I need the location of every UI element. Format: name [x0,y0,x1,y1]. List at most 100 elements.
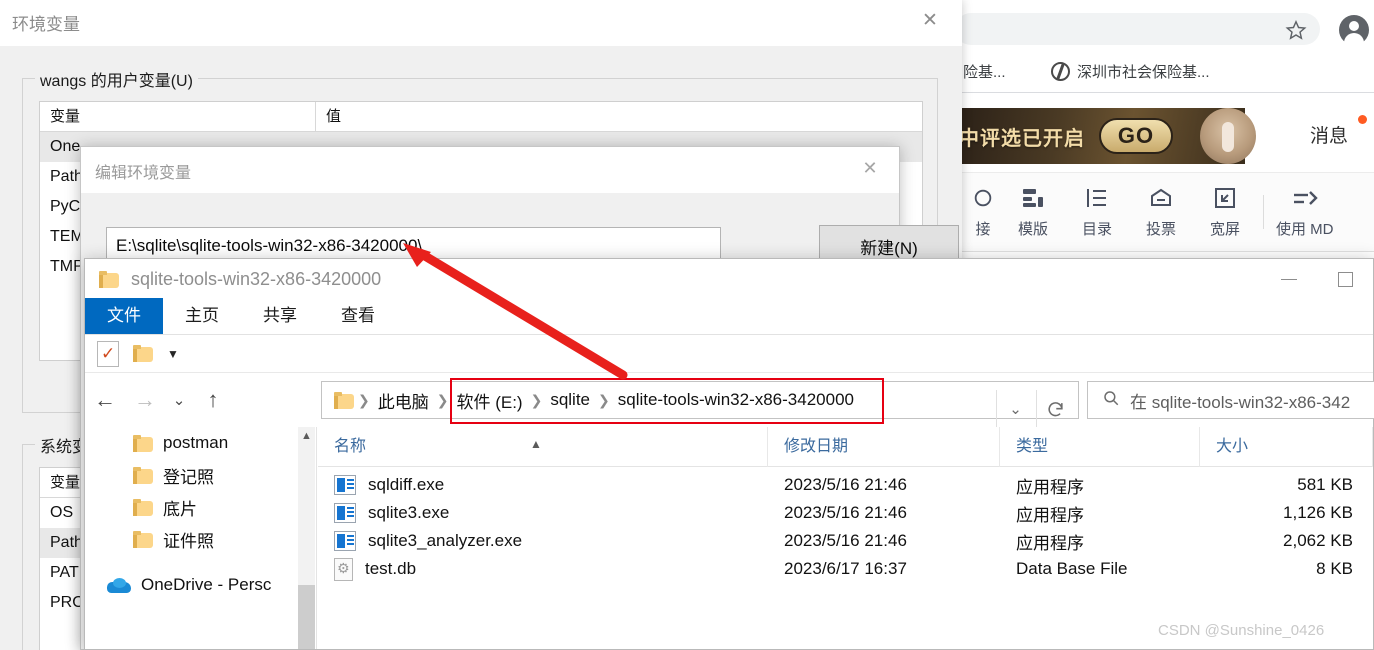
breadcrumb-separator: ❯ [530,391,543,408]
column-header-variable[interactable]: 变量 [40,101,316,132]
toolbar-item-markdown[interactable]: 使用 MD [1270,185,1340,239]
column-header-size[interactable]: 大小 [1200,426,1373,467]
close-icon[interactable]: ✕ [847,149,893,187]
refresh-icon[interactable] [1036,390,1074,428]
user-variables-legend: wangs 的用户变量(U) [35,67,198,91]
bookmark-label: 深圳市社会保险基... [1077,64,1210,81]
search-input[interactable]: 在 sqlite-tools-win32-x86-342 [1087,381,1374,419]
toolbar-item-template[interactable]: 模版 [1001,185,1065,239]
up-button[interactable]: ↑ [193,373,233,427]
tab-home[interactable]: 主页 [163,298,241,334]
toolbar-item-outline[interactable]: 目录 [1065,185,1129,239]
table-row[interactable]: sqlite3.exe 2023/5/16 21:46 应用程序 1,126 K… [318,499,1373,527]
toolbar-item-label: 宽屏 [1209,221,1240,238]
bookmarks-bar: 险基... 深圳市社会保险基... [955,51,1374,93]
message-link[interactable]: 消息 [1310,121,1348,148]
file-type: 应用程序 [1016,533,1084,553]
vote-icon [1149,185,1173,211]
file-size: 1,126 KB [1283,503,1353,522]
file-type: 应用程序 [1016,477,1084,497]
toolbar-item-label-partial: 接 [975,221,991,238]
promo-avatar-image [1200,108,1256,164]
column-header-name[interactable]: 名称 ▲ [318,426,768,467]
sort-ascending-icon: ▲ [530,436,542,451]
column-header-date[interactable]: 修改日期 [768,426,1000,467]
explorer-ribbon-tabs: 文件 主页 共享 查看 [85,298,1373,335]
table-row[interactable]: sqlite3_analyzer.exe 2023/5/16 21:46 应用程… [318,527,1373,555]
toolbar-item-fullscreen[interactable]: 宽屏 [1193,185,1257,239]
file-date: 2023/5/16 21:46 [784,475,907,494]
file-name-cell: sqlite3.exe [318,503,768,523]
toolbar-item-vote[interactable]: 投票 [1129,185,1193,239]
nav-item-onedrive[interactable]: OneDrive - Persc [85,569,316,601]
explorer-title: sqlite-tools-win32-x86-3420000 [131,268,382,289]
breadcrumb-item-this-pc[interactable]: 此电脑 [374,388,433,413]
editor-toolbar: 接 模版 目录 投票 宽屏 使用 MD [955,172,1374,252]
file-name: sqldiff.exe [368,475,445,494]
bookmark-item[interactable]: 深圳市社会保险基... [1043,61,1218,82]
tab-file[interactable]: 文件 [85,298,163,334]
outline-icon [1085,185,1109,211]
breadcrumb-separator: ❯ [598,391,610,408]
address-bar-input[interactable] [955,13,1320,45]
edit-dialog-titlebar: 编辑环境变量 ✕ [81,147,899,193]
table-row[interactable]: test.db 2023/6/17 16:37 Data Base File 8… [318,555,1373,583]
column-header-type[interactable]: 类型 [1000,426,1200,467]
recent-locations-button[interactable]: ⌄ [165,373,193,427]
breadcrumb-item-drive[interactable]: 软件 (E:) [452,388,526,413]
scroll-up-icon[interactable]: ▲ [298,427,315,445]
back-button[interactable]: ← [85,373,125,427]
scrollbar-thumb[interactable] [298,585,315,649]
message-notification-dot [1358,115,1367,124]
nav-item-zhengjianzhao[interactable]: 证件照 [85,523,316,555]
file-size: 581 KB [1297,475,1353,494]
forward-button[interactable]: → [125,373,165,427]
breadcrumb-item-sqlite[interactable]: sqlite [546,390,594,410]
folder-icon [133,530,153,548]
column-header-value[interactable]: 值 [316,102,922,132]
file-name-cell: sqlite3_analyzer.exe [318,531,768,551]
fullscreen-icon [1213,185,1237,211]
file-explorer-window: sqlite-tools-win32-x86-3420000 文件 主页 共享 … [84,258,1374,650]
nav-item-label: postman [163,433,229,452]
file-name-cell: sqldiff.exe [318,475,768,495]
toolbar-item-partial[interactable]: 接 [965,185,1001,239]
markdown-icon [1292,185,1318,211]
tab-view[interactable]: 查看 [319,298,397,334]
exe-icon [334,503,356,523]
profile-avatar[interactable] [1339,15,1369,47]
file-size: 2,062 KB [1283,531,1353,550]
new-folder-icon[interactable] [133,345,153,362]
maximize-button[interactable] [1317,259,1373,299]
minimize-button[interactable] [1261,259,1317,299]
breadcrumb-item-current[interactable]: sqlite-tools-win32-x86-3420000 [614,390,858,410]
tab-share[interactable]: 共享 [241,298,319,334]
search-icon [1102,389,1120,412]
navigation-pane-scrollbar[interactable]: ▲ [298,427,315,649]
close-icon[interactable]: ✕ [906,0,954,40]
file-type: Data Base File [1016,559,1128,578]
folder-icon [133,466,153,484]
bookmark-star-icon[interactable] [1285,19,1307,41]
file-size: 8 KB [1316,559,1353,578]
promo-go-button[interactable]: GO [1099,118,1173,154]
folder-icon [133,434,153,452]
link-icon [972,185,994,211]
table-row[interactable]: sqldiff.exe 2023/5/16 21:46 应用程序 581 KB [318,471,1373,499]
properties-icon[interactable] [97,340,119,367]
explorer-titlebar: sqlite-tools-win32-x86-3420000 [85,259,1373,299]
nav-item-postman[interactable]: postman [85,427,316,459]
globe-icon [1051,62,1070,81]
user-variables-header: 变量 值 [40,101,922,132]
file-name: test.db [365,559,417,578]
file-date: 2023/5/16 21:46 [784,503,907,522]
address-dropdown-button[interactable]: ⌄ [996,390,1034,428]
toolbar-item-label: 使用 MD [1276,221,1334,238]
bookmark-item[interactable]: 险基... [955,61,1043,82]
file-type: 应用程序 [1016,505,1084,525]
nav-item-dipian[interactable]: 底片 [85,491,316,523]
column-header-name-label: 名称 [334,437,367,455]
address-bar[interactable]: ❯ 此电脑 ❯ 软件 (E:) ❯ sqlite ❯ sqlite-tools-… [321,381,1079,428]
nav-item-dengjizhao[interactable]: 登记照 [85,459,316,491]
chevron-down-icon[interactable]: ▼ [167,347,179,361]
